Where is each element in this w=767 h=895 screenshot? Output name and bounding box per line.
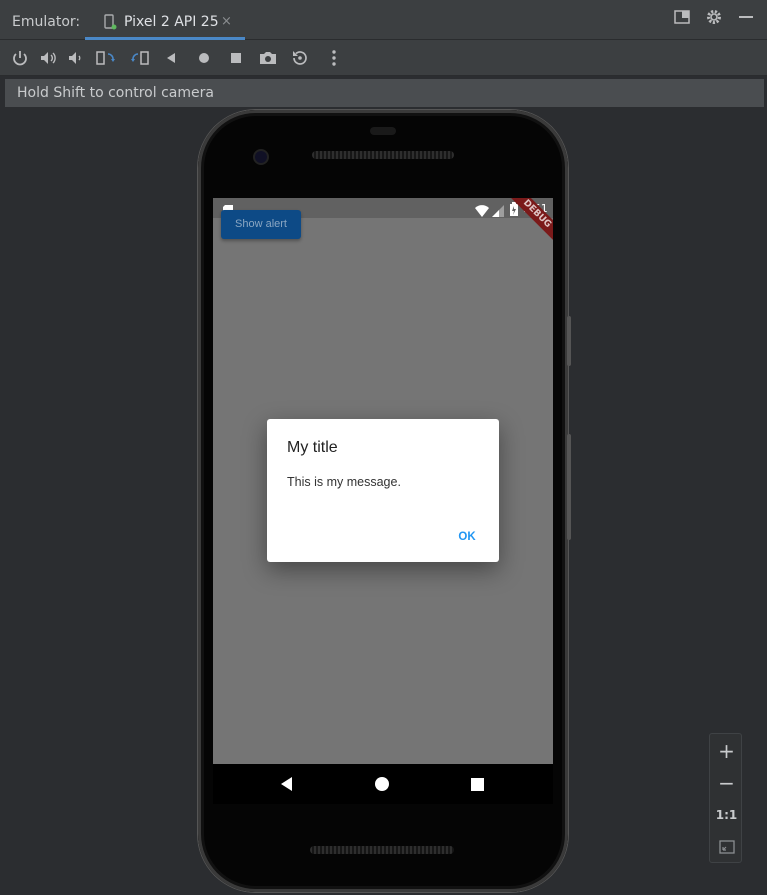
dialog-message: This is my message. <box>287 475 401 489</box>
device-phone-icon <box>103 14 117 30</box>
snapshot-restore-icon[interactable] <box>290 48 310 68</box>
navigation-bar <box>213 764 553 804</box>
volume-rocker[interactable] <box>567 316 571 366</box>
zoom-controls: + − 1:1 <box>709 733 742 863</box>
device-screen[interactable]: 9:51 DEBUG Show alert My title This is m… <box>213 198 553 764</box>
actual-size-button[interactable]: 1:1 <box>710 800 743 830</box>
front-camera-icon <box>255 151 267 163</box>
camera-hint-text: Hold Shift to control camera <box>17 85 214 101</box>
window-actions <box>667 8 767 32</box>
camera-hint-bar: Hold Shift to control camera <box>5 79 764 107</box>
tab-pixel-2-api-25[interactable]: Pixel 2 API 25 × <box>85 8 245 40</box>
fit-to-screen-icon[interactable] <box>710 832 743 862</box>
back-icon[interactable] <box>162 48 182 68</box>
ok-button[interactable]: OK <box>447 525 487 549</box>
dialog-title: My title <box>287 439 338 456</box>
bottom-speaker <box>310 846 454 854</box>
home-icon[interactable] <box>194 48 214 68</box>
alert-dialog: My title This is my message. OK <box>267 419 499 562</box>
rotate-right-icon[interactable] <box>129 48 149 68</box>
close-tab-icon[interactable]: × <box>221 14 232 29</box>
proximity-sensor <box>370 127 396 135</box>
zoom-in-button[interactable]: + <box>710 736 743 766</box>
more-options-icon[interactable] <box>324 48 344 68</box>
power-side-button[interactable] <box>567 434 571 540</box>
wifi-icon <box>475 202 489 217</box>
gear-icon[interactable] <box>705 8 727 30</box>
signal-icon <box>492 202 504 217</box>
nav-recents-icon[interactable] <box>471 778 484 791</box>
show-alert-button[interactable]: Show alert <box>221 210 301 239</box>
earpiece-speaker <box>312 151 454 159</box>
emulator-tool-window-header: Emulator: Pixel 2 API 25 × <box>0 0 767 40</box>
tool-window-label: Emulator: <box>12 14 81 30</box>
emulator-toolbar <box>0 40 767 76</box>
volume-down-icon[interactable] <box>66 48 86 68</box>
overview-icon[interactable] <box>226 48 246 68</box>
volume-up-icon[interactable] <box>38 48 58 68</box>
rotate-left-icon[interactable] <box>95 48 115 68</box>
device-frame: 9:51 DEBUG Show alert My title This is m… <box>198 110 571 892</box>
nav-home-icon[interactable] <box>375 777 389 791</box>
power-icon[interactable] <box>10 48 30 68</box>
camera-screenshot-icon[interactable] <box>258 48 278 68</box>
zoom-out-button[interactable]: − <box>710 768 743 798</box>
nav-back-icon[interactable] <box>281 777 292 791</box>
minimize-icon[interactable] <box>737 8 759 30</box>
layout-icon[interactable] <box>673 8 695 30</box>
tab-title: Pixel 2 API 25 <box>124 14 219 30</box>
